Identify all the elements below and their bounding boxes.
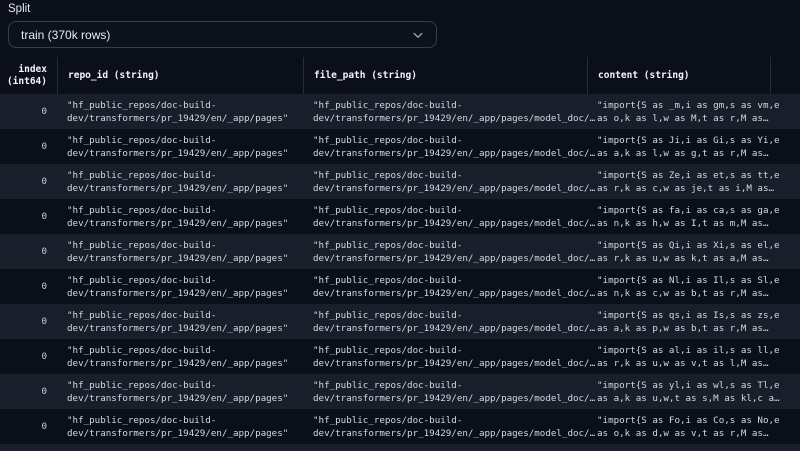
table-row: 0 "hf_public_repos/doc-build-dev/transfor… <box>0 339 800 374</box>
index-cell: 0 <box>41 386 47 397</box>
index-cell: 0 <box>41 351 47 362</box>
file-path-cell: "hf_public_repos/doc-build-dev/transform… <box>313 99 596 124</box>
index-cell: 0 <box>41 281 47 292</box>
overflow-column-cell <box>770 164 800 199</box>
table-body: 0 "hf_public_repos/doc-build-dev/transfor… <box>0 94 800 451</box>
content-cell: "import{S as qs,i as Is,s as zs,e as a,k … <box>597 309 780 334</box>
index-cell: 0 <box>41 176 47 187</box>
file-path-cell: "hf_public_repos/doc-build-dev/transform… <box>313 344 596 369</box>
index-cell: 0 <box>41 316 47 327</box>
repo-id-cell: "hf_public_repos/doc-build-dev/transform… <box>67 309 289 334</box>
repo-id-cell: "hf_public_repos/doc-build-dev/transform… <box>67 344 289 369</box>
repo-id-cell: "hf_public_repos/doc-build-dev/transform… <box>67 274 289 299</box>
content-cell: "import{S as al,i as il,s as ll,e as r,k … <box>597 344 780 369</box>
table-row: 0 "hf_public_repos/doc-build-dev/transfor… <box>0 129 800 164</box>
split-label: Split <box>8 3 31 15</box>
table-row: 0 "hf_public_repos/doc-build-dev/transfor… <box>0 409 800 444</box>
table-row: 0 "hf_public_repos/doc-build-dev/transfor… <box>0 199 800 234</box>
split-select-value: train (370k rows) <box>21 27 111 42</box>
table-row: 0 "hf_public_repos/doc-build-dev/transfor… <box>0 164 800 199</box>
column-header-extra <box>770 57 800 94</box>
column-header-content: content (string) <box>587 57 770 94</box>
index-cell: 0 <box>41 106 47 117</box>
file-path-cell: "hf_public_repos/doc-build-dev/transform… <box>313 204 596 229</box>
file-path-cell: "hf_public_repos/doc-build-dev/transform… <box>313 379 596 404</box>
repo-id-cell: "hf_public_repos/doc-build-dev/transform… <box>67 134 289 159</box>
repo-id-cell: "hf_public_repos/doc-build-dev/transform… <box>67 204 289 229</box>
index-cell: 0 <box>41 421 47 432</box>
overflow-column-cell <box>770 199 800 234</box>
repo-id-cell: "hf_public_repos/doc-build-dev/transform… <box>67 239 289 264</box>
content-cell: "import{S as Ji,i as Gi,s as Yi,e as a,k … <box>597 134 780 159</box>
table-row: 0 "hf_public_repos/doc-build-dev/transfor… <box>0 304 800 339</box>
repo-id-cell: "hf_public_repos/doc-build-dev/transform… <box>67 414 289 439</box>
index-cell: 0 <box>41 211 47 222</box>
overflow-column-cell <box>770 374 800 409</box>
content-cell: "import{S as Nl,i as Il,s as Sl,e as n,k … <box>597 274 780 299</box>
index-cell: 0 <box>41 246 47 257</box>
overflow-column-cell <box>770 94 800 129</box>
content-cell: "import{S as fa,i as ca,s as ga,e as n,k … <box>597 204 780 229</box>
table-header-row: index (int64) repo_id (string) file_path (s… <box>0 57 800 94</box>
content-cell: "import{S as Ze,i as et,s as tt,e as r,k … <box>597 169 780 194</box>
repo-id-cell: "hf_public_repos/doc-build-dev/transform… <box>67 99 289 124</box>
column-header-file_path: file_path (string) <box>303 57 587 94</box>
file-path-cell: "hf_public_repos/doc-build-dev/transform… <box>313 274 596 299</box>
file-path-cell: "hf_public_repos/doc-build-dev/transform… <box>313 309 596 334</box>
overflow-column-cell <box>770 304 800 339</box>
overflow-column-cell <box>770 339 800 374</box>
repo-id-cell: "hf_public_repos/doc-build-dev/transform… <box>67 379 289 404</box>
chevron-down-icon <box>413 32 423 38</box>
split-select[interactable]: train (370k rows) <box>8 21 437 48</box>
split-section: Split train (370k rows) <box>0 0 800 48</box>
index-cell: 0 <box>41 141 47 152</box>
file-path-cell: "hf_public_repos/doc-build-dev/transform… <box>313 239 596 264</box>
table-row-partial <box>0 444 800 451</box>
content-cell: "import{S as Fo,i as Co,s as No,e as o,k … <box>597 414 780 439</box>
file-path-cell: "hf_public_repos/doc-build-dev/transform… <box>313 134 596 159</box>
file-path-cell: "hf_public_repos/doc-build-dev/transform… <box>313 169 596 194</box>
table-row: 0 "hf_public_repos/doc-build-dev/transfor… <box>0 374 800 409</box>
overflow-column-cell <box>770 409 800 444</box>
overflow-column-cell <box>770 129 800 164</box>
table-row: 0 "hf_public_repos/doc-build-dev/transfor… <box>0 234 800 269</box>
table-row: 0 "hf_public_repos/doc-build-dev/transfor… <box>0 94 800 129</box>
overflow-column-cell <box>770 234 800 269</box>
content-cell: "import{S as Qi,i as Xi,s as el,e as r,k … <box>597 239 780 264</box>
file-path-cell: "hf_public_repos/doc-build-dev/transform… <box>313 414 596 439</box>
table-row: 0 "hf_public_repos/doc-build-dev/transfor… <box>0 269 800 304</box>
column-header-index: index (int64) <box>6 63 47 87</box>
column-header-repo_id: repo_id (string) <box>57 57 303 94</box>
repo-id-cell: "hf_public_repos/doc-build-dev/transform… <box>67 169 289 194</box>
dataset-table[interactable]: index (int64) repo_id (string) file_path (s… <box>0 57 800 451</box>
content-cell: "import{S as _m,i as gm,s as vm,e as o,k … <box>597 99 780 124</box>
overflow-column-cell <box>770 269 800 304</box>
content-cell: "import{S as yl,i as wl,s as Tl,e as a,k … <box>597 379 780 404</box>
